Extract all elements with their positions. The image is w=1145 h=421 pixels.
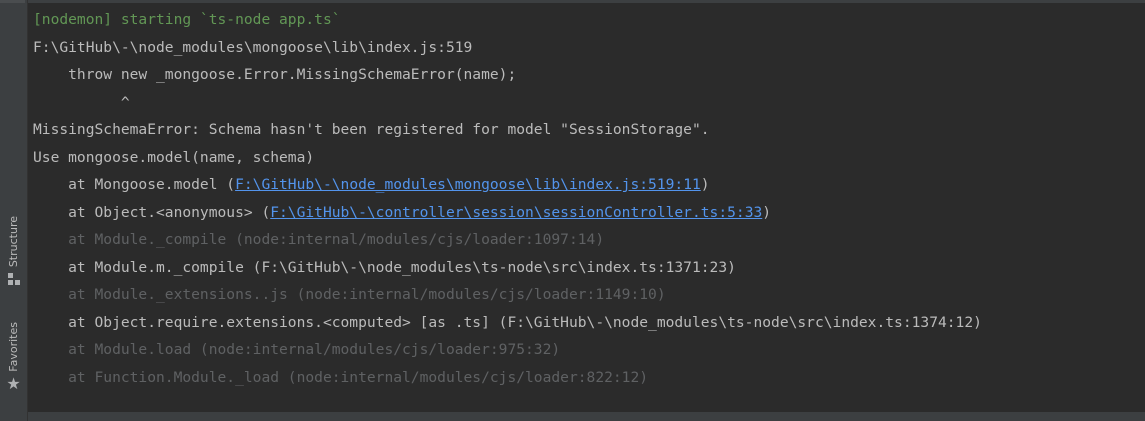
stack-frame: at Object.<anonymous> (F:\GitHub\-\contr… xyxy=(33,203,771,223)
strip-accent xyxy=(0,0,25,3)
error-hint: Use mongoose.model(name, schema) xyxy=(33,149,315,166)
favorites-label: Favorites xyxy=(7,322,20,372)
error-code-line: throw new _mongoose.Error.MissingSchemaE… xyxy=(33,66,517,83)
error-message: MissingSchemaError: Schema hasn't been r… xyxy=(33,121,710,138)
star-icon: ★ xyxy=(6,373,21,393)
favorites-tool-button[interactable]: Favorites ★ xyxy=(0,322,27,392)
stack-frame: at Module.m._compile (F:\GitHub\-\node_m… xyxy=(33,259,736,276)
stack-frame-prefix: at Mongoose.model ( xyxy=(33,176,236,193)
ide-run-panel: Structure Favorites ★ [nodemon] starting… xyxy=(0,0,1145,421)
stack-frame-prefix: at Object.<anonymous> ( xyxy=(33,204,271,221)
tool-window-strip: Structure Favorites ★ xyxy=(0,0,28,421)
stack-frame-link[interactable]: F:\GitHub\-\controller\session\sessionCo… xyxy=(270,204,762,221)
stack-frame-link[interactable]: F:\GitHub\-\node_modules\mongoose\lib\in… xyxy=(235,176,701,193)
console-output[interactable]: [nodemon] starting `ts-node app.ts` F:\G… xyxy=(28,0,1145,412)
error-file-ref: F:\GitHub\-\node_modules\mongoose\lib\in… xyxy=(33,39,473,56)
nodemon-start-line: [nodemon] starting `ts-node app.ts` xyxy=(33,11,341,28)
structure-label: Structure xyxy=(7,216,20,268)
structure-icon xyxy=(7,273,20,286)
stack-frame-internal: at Module.load (node:internal/modules/cj… xyxy=(33,341,561,358)
stack-frame: at Object.require.extensions.<computed> … xyxy=(33,314,982,331)
stack-frame-suffix: ) xyxy=(700,176,710,193)
stack-frame-suffix: ) xyxy=(762,204,772,221)
stack-frame-internal: at Function.Module._load (node:internal/… xyxy=(33,369,649,386)
error-caret-line: ^ xyxy=(33,94,130,111)
structure-tool-button[interactable]: Structure xyxy=(0,216,27,286)
stack-frame-internal: at Module._compile (node:internal/module… xyxy=(33,231,605,248)
stack-frame-internal: at Module._extensions..js (node:internal… xyxy=(33,286,666,303)
horizontal-scrollbar[interactable] xyxy=(28,412,1145,421)
stack-frame: at Mongoose.model (F:\GitHub\-\node_modu… xyxy=(33,175,710,195)
